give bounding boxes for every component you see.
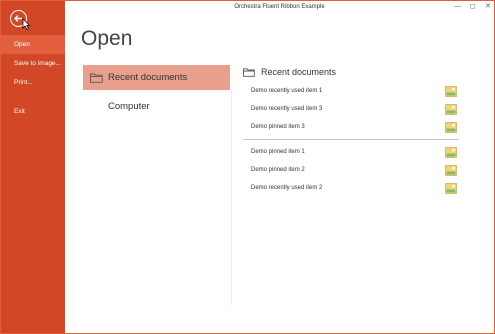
- list-item[interactable]: Demo pinned item 3: [251, 120, 459, 134]
- image-file-icon: [445, 147, 457, 158]
- image-file-icon: [445, 122, 457, 133]
- place-label: Recent documents: [108, 72, 188, 83]
- image-file-icon: [445, 183, 457, 194]
- vertical-divider: [231, 90, 232, 305]
- maximize-button[interactable]: ◻: [470, 2, 476, 12]
- document-label: Demo pinned item 3: [251, 124, 305, 130]
- folder-icon: [243, 68, 255, 77]
- image-file-icon: [445, 86, 457, 97]
- list-item[interactable]: Demo recently used item 1: [251, 84, 459, 98]
- pinned-separator: [243, 139, 459, 140]
- folder-icon: [90, 73, 103, 83]
- mouse-cursor-icon: [22, 18, 31, 30]
- document-label: Demo recently used item 2: [251, 185, 323, 191]
- minimize-button[interactable]: —: [454, 2, 461, 12]
- image-file-icon: [445, 165, 457, 176]
- recent-documents-title: Recent documents: [261, 67, 337, 77]
- place-computer[interactable]: Computer: [83, 94, 230, 119]
- page-title: Open: [81, 27, 133, 50]
- app-window: Open Save to image... Print... Exit Orch…: [0, 0, 495, 334]
- document-label: Demo recently used item 1: [251, 88, 323, 94]
- place-label: Computer: [108, 101, 150, 112]
- backstage-item-print[interactable]: Print...: [1, 73, 65, 92]
- list-item[interactable]: Demo pinned item 2: [251, 163, 459, 177]
- document-label: Demo recently used item 3: [251, 106, 323, 112]
- list-item[interactable]: Demo pinned item 1: [251, 145, 459, 159]
- close-button[interactable]: ✕: [485, 2, 491, 12]
- backstage-item-save-to-image[interactable]: Save to image...: [1, 54, 65, 73]
- document-label: Demo pinned item 1: [251, 149, 305, 155]
- backstage-item-exit[interactable]: Exit: [1, 102, 65, 121]
- document-label: Demo pinned item 2: [251, 167, 305, 173]
- image-file-icon: [445, 104, 457, 115]
- backstage-nav: Open Save to image... Print... Exit: [1, 1, 65, 333]
- window-title: Orchestra Fluent Ribbon Example: [234, 4, 325, 10]
- selection-pointer: [230, 71, 236, 83]
- list-item[interactable]: Demo recently used item 2: [251, 181, 459, 195]
- place-recent-documents[interactable]: Recent documents: [83, 65, 230, 90]
- list-item[interactable]: Demo recently used item 3: [251, 102, 459, 116]
- backstage-item-open[interactable]: Open: [1, 35, 65, 54]
